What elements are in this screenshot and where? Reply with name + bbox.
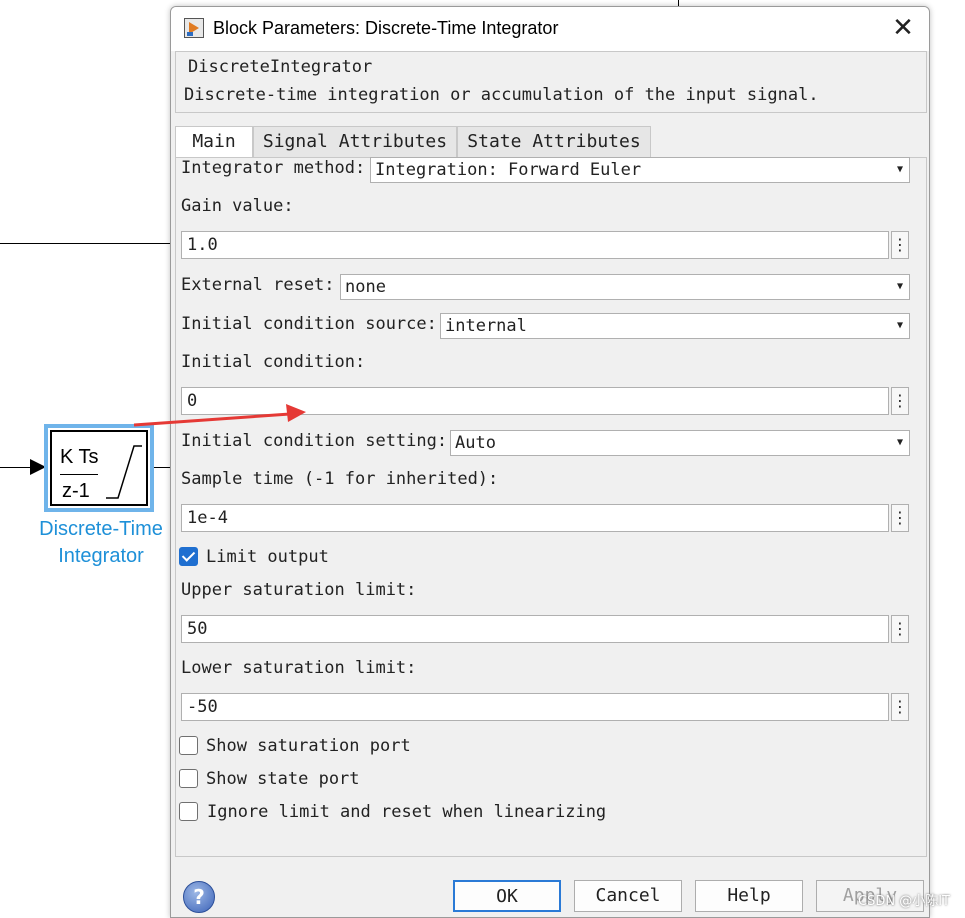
watermark: CSDN @小陈IT — [858, 894, 950, 909]
close-icon[interactable]: ✕ — [889, 15, 917, 43]
ic-source-label: Initial condition source: — [181, 314, 437, 334]
discrete-time-integrator-block[interactable]: K Ts z-1 — [44, 424, 154, 512]
block-type-name: DiscreteIntegrator — [188, 57, 373, 77]
show-state-port-label: Show state port — [206, 769, 360, 789]
integrator-method-label: Integrator method: — [181, 158, 366, 178]
dialog-title: Block Parameters: Discrete-Time Integrat… — [213, 18, 559, 38]
block-fraction-line — [60, 474, 98, 475]
integrator-method-value: Integration: Forward Euler — [375, 160, 642, 180]
chevron-down-icon: ▼ — [896, 320, 903, 331]
limit-output-checkbox[interactable] — [179, 547, 198, 566]
help-button[interactable]: Help — [695, 880, 803, 912]
block-body: K Ts z-1 — [50, 430, 148, 506]
ignore-limit-label: Ignore limit and reset when linearizing — [207, 802, 607, 822]
ic-setting-label: Initial condition setting: — [181, 431, 448, 451]
external-reset-dropdown[interactable]: none ▼ — [340, 274, 910, 300]
show-saturation-port-label: Show saturation port — [206, 736, 411, 756]
ignore-limit-checkbox[interactable] — [179, 802, 198, 821]
annotation-arrow-icon — [133, 404, 306, 427]
description-group: DiscreteIntegrator Discrete-time integra… — [175, 51, 927, 113]
block-parameters-dialog: Block Parameters: Discrete-Time Integrat… — [170, 6, 930, 918]
ic-source-value: internal — [445, 316, 527, 336]
show-saturation-port-checkbox[interactable] — [179, 736, 198, 755]
lower-saturation-field[interactable]: -50 — [181, 693, 889, 721]
show-state-port-checkbox[interactable] — [179, 769, 198, 788]
saturation-curve-icon — [106, 445, 142, 499]
signal-line-top[interactable] — [0, 243, 172, 244]
initial-condition-label: Initial condition: — [181, 352, 366, 372]
block-name-line1: Discrete-Time — [39, 518, 163, 540]
tab-state-attributes[interactable]: State Attributes — [457, 126, 651, 158]
upper-saturation-field[interactable]: 50 — [181, 615, 889, 643]
external-reset-label: External reset: — [181, 275, 335, 295]
tab-signal-attributes[interactable]: Signal Attributes — [253, 126, 457, 158]
help-icon[interactable]: ? — [183, 881, 215, 913]
block-name-label[interactable]: Discrete-Time Integrator — [26, 516, 176, 570]
block-denominator: z-1 — [62, 480, 90, 502]
more-options-icon[interactable]: ⋮ — [891, 615, 909, 643]
block-numerator: K Ts — [60, 446, 99, 468]
more-options-icon[interactable]: ⋮ — [891, 231, 909, 259]
more-options-icon[interactable]: ⋮ — [891, 693, 909, 721]
cancel-button[interactable]: Cancel — [574, 880, 682, 912]
ic-setting-value: Auto — [455, 433, 496, 453]
gain-value-field[interactable]: 1.0 — [181, 231, 889, 259]
ic-source-dropdown[interactable]: internal ▼ — [440, 313, 910, 339]
gain-value-label: Gain value: — [181, 196, 294, 216]
sample-time-label: Sample time (-1 for inherited): — [181, 469, 499, 489]
external-reset-value: none — [345, 277, 386, 297]
integrator-method-dropdown[interactable]: Integration: Forward Euler ▼ — [370, 157, 910, 183]
chevron-down-icon: ▼ — [896, 281, 903, 292]
simulink-app-icon — [184, 18, 204, 38]
ok-button[interactable]: OK — [453, 880, 561, 912]
lower-saturation-label: Lower saturation limit: — [181, 658, 417, 678]
more-options-icon[interactable]: ⋮ — [891, 504, 909, 532]
title-bar[interactable]: Block Parameters: Discrete-Time Integrat… — [171, 7, 929, 51]
chevron-down-icon: ▼ — [896, 164, 903, 175]
chevron-down-icon: ▼ — [896, 437, 903, 448]
block-description: Discrete-time integration or accumulatio… — [184, 85, 819, 105]
sample-time-field[interactable]: 1e-4 — [181, 504, 889, 532]
tab-main[interactable]: Main — [175, 126, 253, 159]
limit-output-label: Limit output — [206, 547, 329, 567]
more-options-icon[interactable]: ⋮ — [891, 387, 909, 415]
block-name-line2: Integrator — [58, 545, 144, 567]
upper-saturation-label: Upper saturation limit: — [181, 580, 417, 600]
ic-setting-dropdown[interactable]: Auto ▼ — [450, 430, 910, 456]
